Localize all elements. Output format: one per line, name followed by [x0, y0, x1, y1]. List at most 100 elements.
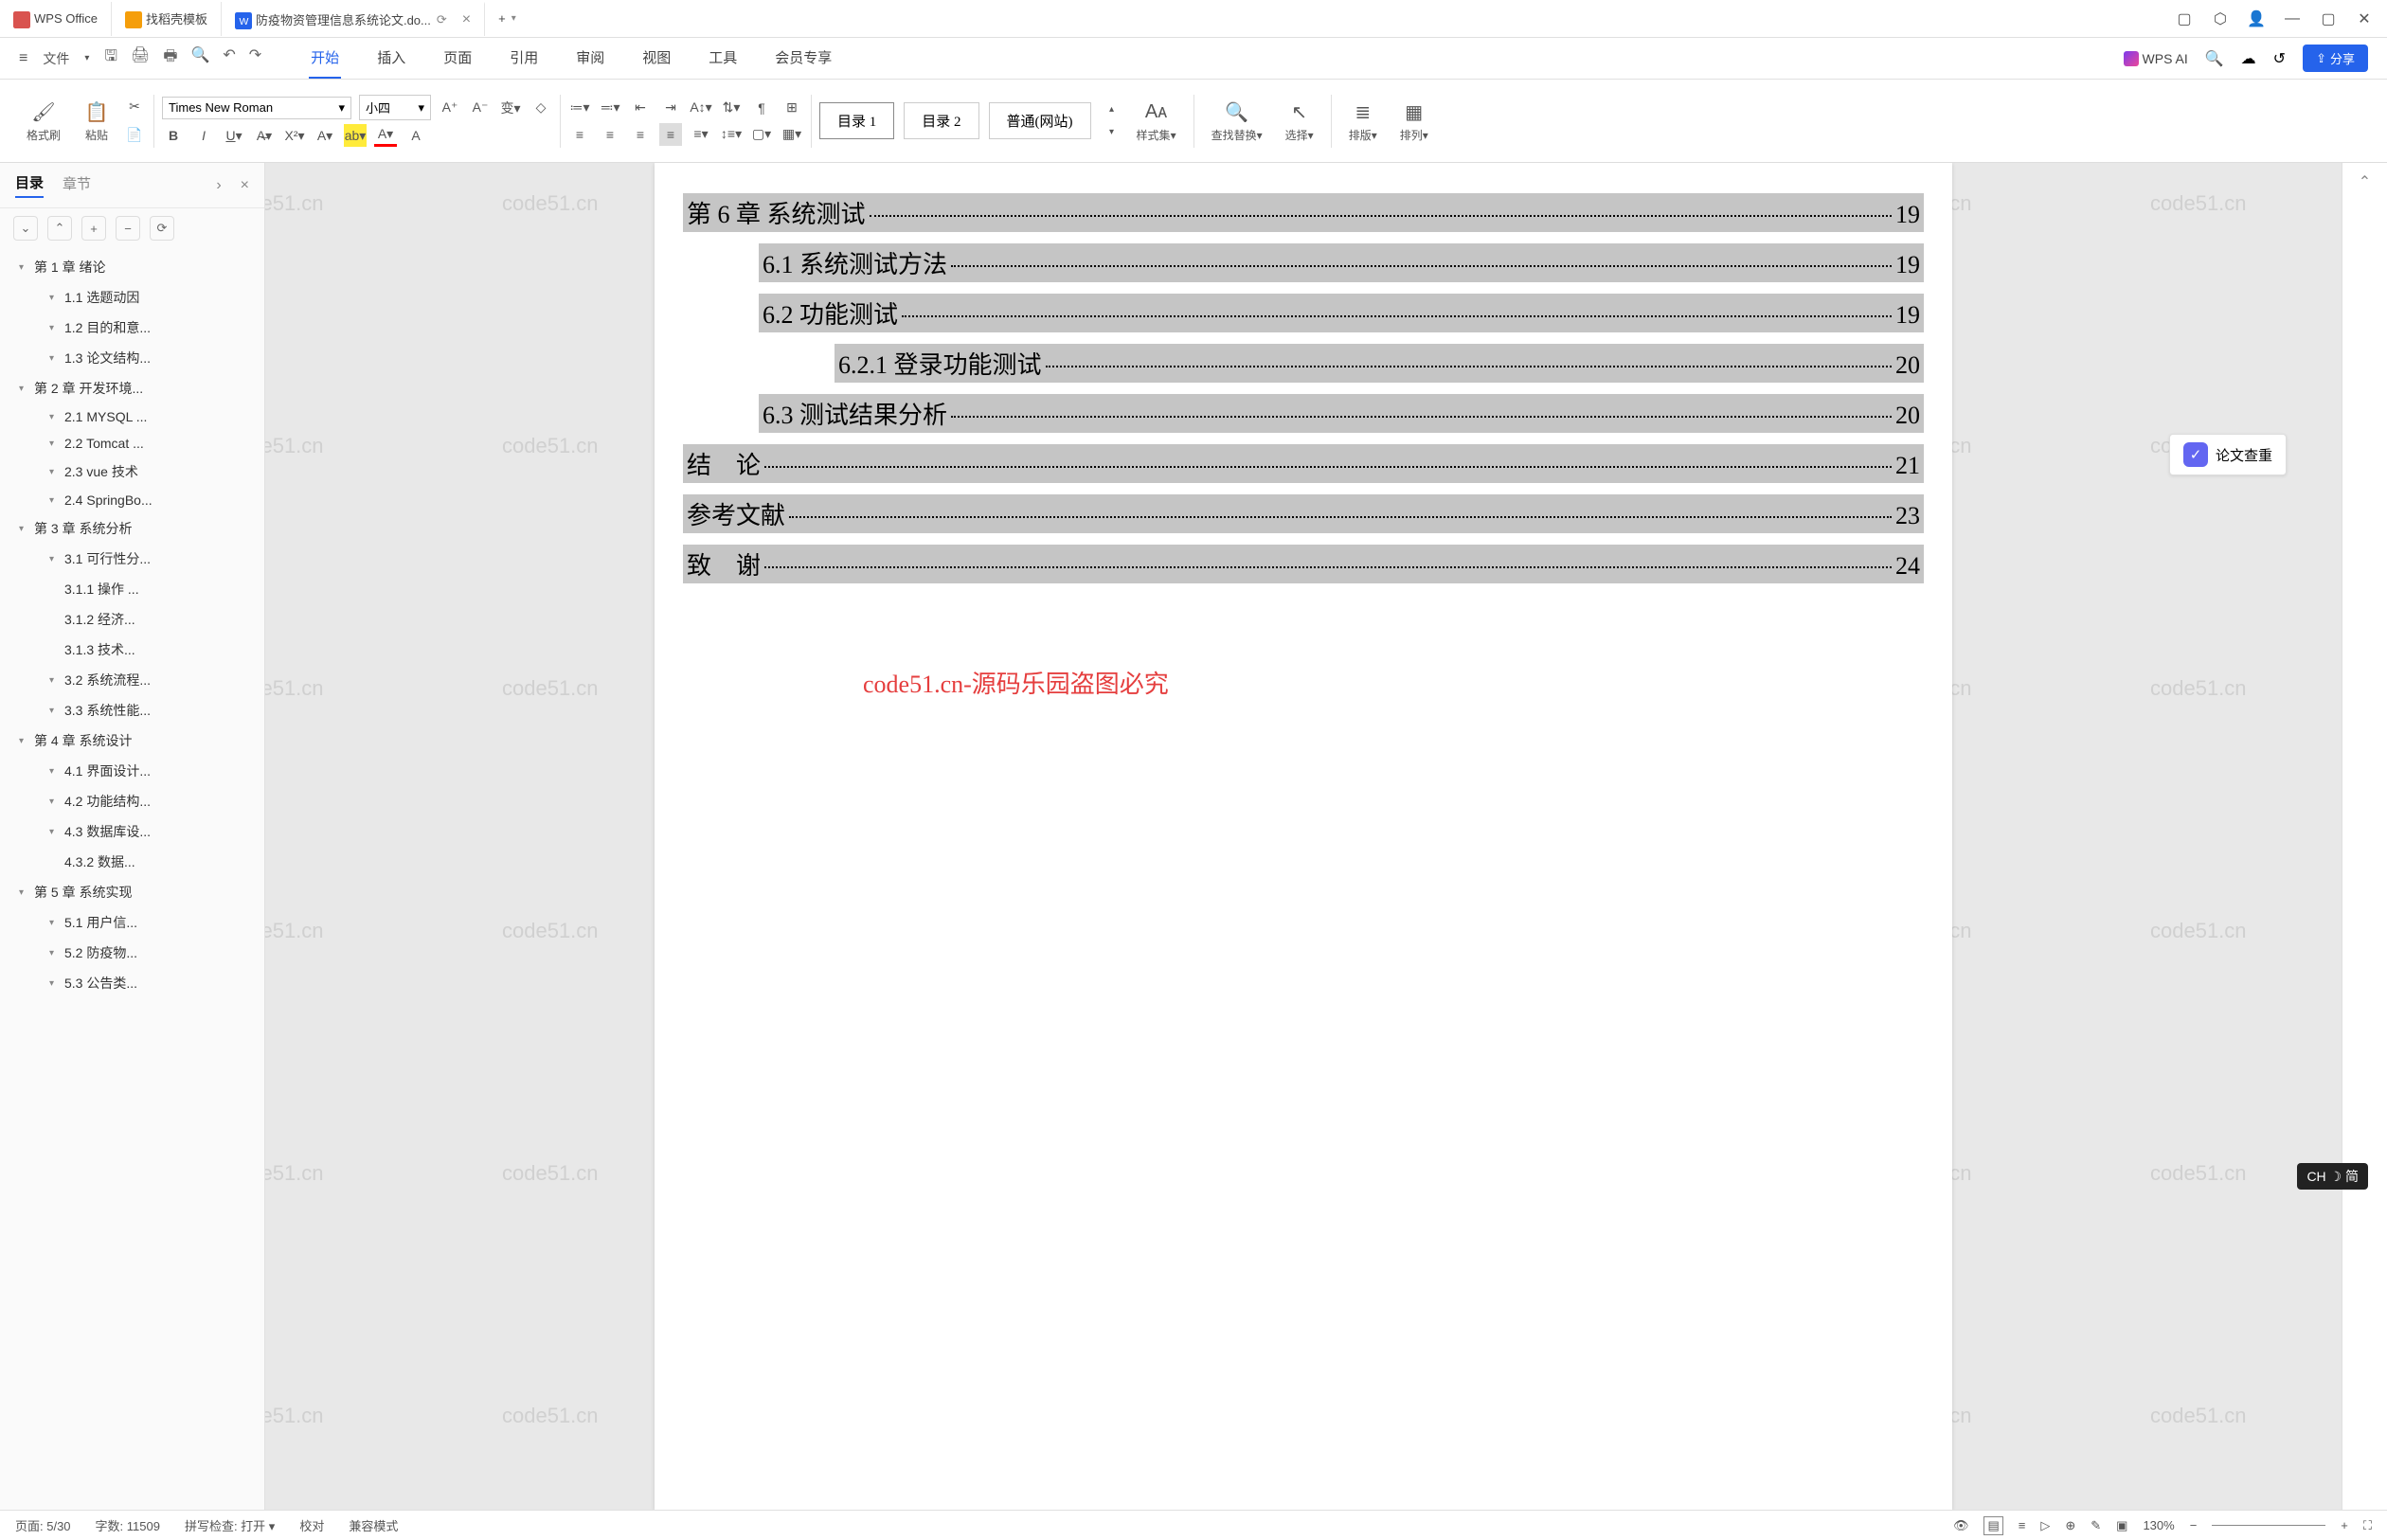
style-toc2[interactable]: 目录 2 [904, 102, 978, 139]
hamburger-icon[interactable]: ≡ [19, 50, 27, 67]
toggle-icon[interactable]: ▾ [49, 827, 64, 837]
superscript-icon[interactable]: X²▾ [283, 124, 306, 147]
preview-icon[interactable]: 🔍 [190, 45, 209, 71]
align-left-icon[interactable]: ≡ [568, 123, 591, 146]
chevron-right-icon[interactable]: › [216, 177, 221, 194]
toggle-icon[interactable]: ▾ [49, 797, 64, 807]
close-tab-icon[interactable]: × [462, 11, 471, 28]
toggle-icon[interactable]: ▾ [49, 467, 64, 477]
number-list-icon[interactable]: ≕▾ [599, 97, 621, 119]
search-icon[interactable]: 🔍 [2205, 49, 2224, 68]
text-effect-icon[interactable]: A▾ [314, 124, 336, 147]
outline-item[interactable]: ▾2.3 vue 技术 [0, 457, 264, 487]
format-painter-group[interactable]: 🖌 格式刷 [17, 98, 70, 143]
mini-window-icon[interactable]: ▢ [2175, 9, 2194, 28]
outline-item[interactable]: ▾5.3 公告类... [0, 968, 264, 998]
zoom-slider[interactable] [2212, 1525, 2325, 1526]
export-icon[interactable]: 🖨 [131, 45, 150, 71]
outline-item[interactable]: 3.1.2 经济... [0, 604, 264, 635]
tab-tools[interactable]: 工具 [707, 38, 739, 79]
toggle-icon[interactable]: ▾ [49, 675, 64, 686]
outline-item[interactable]: 3.1.1 操作 ... [0, 574, 264, 604]
borders-icon[interactable]: ▦▾ [781, 123, 803, 146]
wps-ai-button[interactable]: WPS AI [2124, 51, 2188, 66]
file-menu[interactable]: 文件 [43, 49, 69, 68]
cut-icon[interactable]: ✂ [123, 96, 146, 118]
fullscreen-icon[interactable]: ⛶ [2363, 1518, 2372, 1533]
find-replace-group[interactable]: 🔍 查找替换▾ [1202, 98, 1272, 143]
arrange-group[interactable]: ▦ 排列▾ [1391, 98, 1438, 143]
toggle-icon[interactable]: ▾ [19, 887, 34, 898]
document-tab[interactable]: W 防疫物资管理信息系统论文.do... ⟳ × [222, 2, 485, 36]
bullet-list-icon[interactable]: ≔▾ [568, 97, 591, 119]
sidebar-tab-chapter[interactable]: 章节 [63, 173, 91, 197]
italic-icon[interactable]: I [192, 124, 215, 147]
char-shading-icon[interactable]: A [404, 124, 427, 147]
toc-line[interactable]: 致 谢24 [683, 545, 1924, 583]
toggle-icon[interactable]: ▾ [49, 948, 64, 958]
read-view-icon[interactable]: ▷ [2040, 1518, 2050, 1533]
toggle-icon[interactable]: ▾ [19, 262, 34, 273]
toc-line[interactable]: 参考文献23 [683, 494, 1924, 533]
clear-format-icon[interactable]: ◇ [529, 97, 552, 119]
tab-view[interactable]: 视图 [640, 38, 673, 79]
compat-mode[interactable]: 兼容模式 [349, 1516, 398, 1534]
outline-item[interactable]: 4.3.2 数据... [0, 847, 264, 877]
new-tab-button[interactable]: + ▾ [485, 2, 529, 36]
align-right-icon[interactable]: ≡ [629, 123, 652, 146]
change-case-icon[interactable]: 变▾ [499, 97, 522, 119]
outline-item[interactable]: ▾第 1 章 绪论 [0, 252, 264, 282]
tab-reference[interactable]: 引用 [508, 38, 540, 79]
outline-item[interactable]: ▾2.2 Tomcat ... [0, 430, 264, 457]
document-area[interactable]: code51.cncode51.cncode51.cncode51.cncode… [265, 163, 2342, 1510]
focus-icon[interactable]: ▣ [2116, 1518, 2127, 1533]
ime-indicator[interactable]: CH ☽ 简 [2297, 1163, 2368, 1190]
shading-icon[interactable]: ▢▾ [750, 123, 773, 146]
toggle-icon[interactable]: ▾ [49, 323, 64, 333]
toggle-icon[interactable]: ▾ [49, 918, 64, 928]
toc-line[interactable]: 6.2 功能测试19 [759, 294, 1924, 332]
app-tab[interactable]: WPS Office [0, 2, 112, 36]
style-normal-web[interactable]: 普通(网站) [989, 102, 1091, 139]
word-count[interactable]: 字数: 11509 [96, 1516, 160, 1534]
paste-group[interactable]: 📋 粘贴 [74, 98, 119, 143]
toggle-icon[interactable]: ▾ [19, 524, 34, 534]
toggle-icon[interactable]: ▾ [19, 384, 34, 394]
font-size-select[interactable]: 小四▾ [359, 95, 431, 120]
outline-item[interactable]: ▾4.3 数据库设... [0, 816, 264, 847]
sidebar-tab-toc[interactable]: 目录 [15, 172, 44, 198]
bold-icon[interactable]: B [162, 124, 185, 147]
zoom-level[interactable]: 130% [2143, 1518, 2174, 1532]
redo-icon[interactable]: ↷ [249, 45, 261, 71]
package-icon[interactable]: ⬡ [2211, 9, 2230, 28]
toggle-icon[interactable]: ▾ [49, 706, 64, 716]
outline-item[interactable]: ▾3.1 可行性分... [0, 544, 264, 574]
paper-check-button[interactable]: ✓ 论文查重 [2169, 434, 2287, 475]
toggle-icon[interactable]: ▾ [49, 495, 64, 506]
align-center-icon[interactable]: ≡ [599, 123, 621, 146]
avatar-icon[interactable]: 👤 [2247, 9, 2266, 28]
tab-start[interactable]: 开始 [309, 38, 341, 79]
show-marks-icon[interactable]: ¶ [750, 97, 773, 119]
outline-item[interactable]: 3.1.3 技术... [0, 635, 264, 665]
template-tab[interactable]: 找稻壳模板 [112, 2, 222, 36]
strikethrough-icon[interactable]: A̶▾ [253, 124, 276, 147]
toggle-icon[interactable]: ▾ [49, 554, 64, 564]
outline-item[interactable]: ▾4.2 功能结构... [0, 786, 264, 816]
collapse-rail-icon[interactable]: ⌃ [2359, 172, 2371, 191]
print-icon[interactable]: 🖶 [163, 45, 177, 71]
outline-item[interactable]: ▾1.3 论文结构... [0, 343, 264, 373]
toggle-icon[interactable]: ▾ [49, 439, 64, 449]
close-sidebar-icon[interactable]: × [241, 177, 249, 194]
page-indicator[interactable]: 页面: 5/30 [15, 1516, 71, 1534]
tab-review[interactable]: 审阅 [574, 38, 606, 79]
toggle-icon[interactable]: ▾ [49, 978, 64, 989]
sort-icon[interactable]: ⇅▾ [720, 97, 743, 119]
tab-member[interactable]: 会员专享 [773, 38, 834, 79]
toc-line[interactable]: 6.1 系统测试方法19 [759, 243, 1924, 282]
highlight-icon[interactable]: ab▾ [344, 124, 367, 147]
outline-item[interactable]: ▾1.2 目的和意... [0, 313, 264, 343]
style-down-icon[interactable]: ▾ [1101, 121, 1123, 144]
toc-line[interactable]: 6.3 测试结果分析20 [759, 394, 1924, 433]
outline-item[interactable]: ▾2.4 SpringBo... [0, 487, 264, 513]
